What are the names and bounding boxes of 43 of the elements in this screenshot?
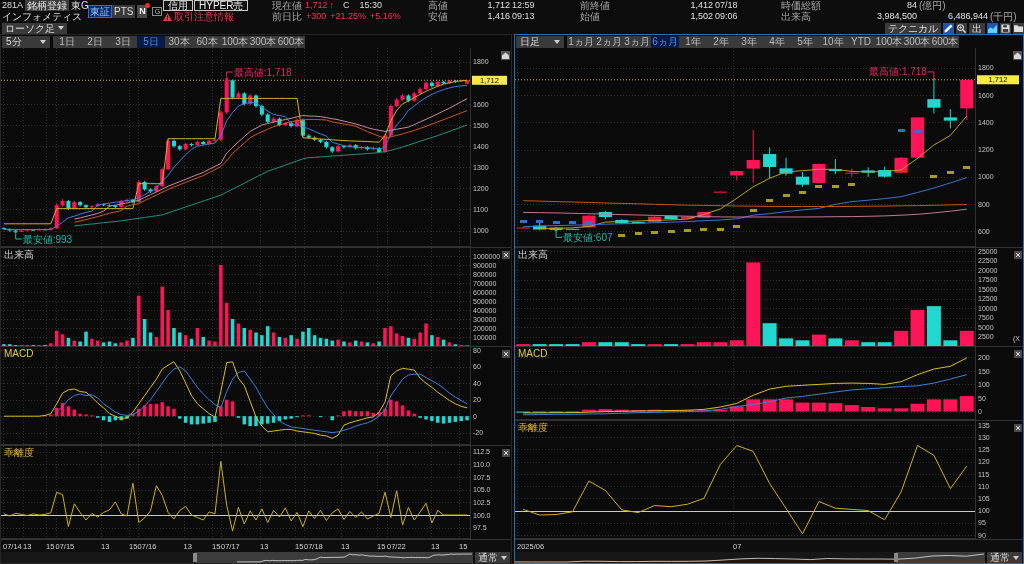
low-price-label: 最安値:607 bbox=[563, 231, 613, 243]
change-value: +5.16% bbox=[370, 11, 401, 22]
stat-label: 前終値 bbox=[580, 0, 611, 11]
stat-value: 6,486,944 bbox=[947, 11, 988, 22]
stock-name: インフォメティス bbox=[2, 11, 83, 22]
pane-title: 乖離度 bbox=[518, 422, 548, 433]
stat-value: 84 bbox=[907, 0, 917, 11]
price-label: 現在値 bbox=[272, 0, 302, 11]
high-price-label: 最高値:1,718 bbox=[869, 66, 927, 78]
tag: 信用 bbox=[163, 0, 193, 11]
stat-label: 出来高 bbox=[781, 11, 811, 22]
stat-value: 1,502 bbox=[690, 11, 713, 22]
tag: HYPER売 bbox=[194, 0, 249, 11]
current-price: 1,712 bbox=[305, 0, 328, 11]
unit-label: (億円) bbox=[919, 0, 947, 11]
market-label: 東G bbox=[71, 0, 89, 11]
pane-title: 出来高 bbox=[518, 249, 548, 260]
stat-time: 09:06 bbox=[715, 11, 739, 22]
stock-code: 281A bbox=[2, 0, 24, 11]
unit-label: (千円) bbox=[990, 11, 1018, 22]
price-time: 15:30 bbox=[359, 0, 383, 11]
stat-value: 1,412 bbox=[690, 0, 713, 11]
high-price-label: 最高値:1,718 bbox=[233, 66, 292, 78]
pane-title: MACD bbox=[4, 348, 34, 359]
pane-title: 出来高 bbox=[4, 249, 34, 260]
trend-arrow: ↑ bbox=[329, 0, 335, 11]
stat-label: 安値 bbox=[428, 11, 449, 22]
change-label: 前日比 bbox=[272, 11, 302, 22]
pane-title: 乖離度 bbox=[4, 447, 34, 458]
stat-value: 1,416 bbox=[487, 11, 510, 22]
price-status-label: C bbox=[343, 0, 350, 11]
stat-label: 時価総額 bbox=[781, 0, 822, 11]
stat-value: 1,712 bbox=[487, 0, 510, 11]
stat-value: 3,984,500 bbox=[876, 11, 917, 22]
stat-label: 始値 bbox=[580, 11, 601, 22]
stat-time: 09:13 bbox=[512, 11, 536, 22]
stat-time: 12:59 bbox=[512, 0, 536, 11]
pane-title: MACD bbox=[518, 348, 548, 359]
change-value: +21.25% bbox=[330, 11, 367, 22]
stat-time: 07/18 bbox=[715, 0, 739, 11]
stat-label: 高値 bbox=[428, 0, 449, 11]
change-value: +300 bbox=[306, 11, 327, 22]
low-price-label: 最安値:993 bbox=[22, 233, 73, 245]
